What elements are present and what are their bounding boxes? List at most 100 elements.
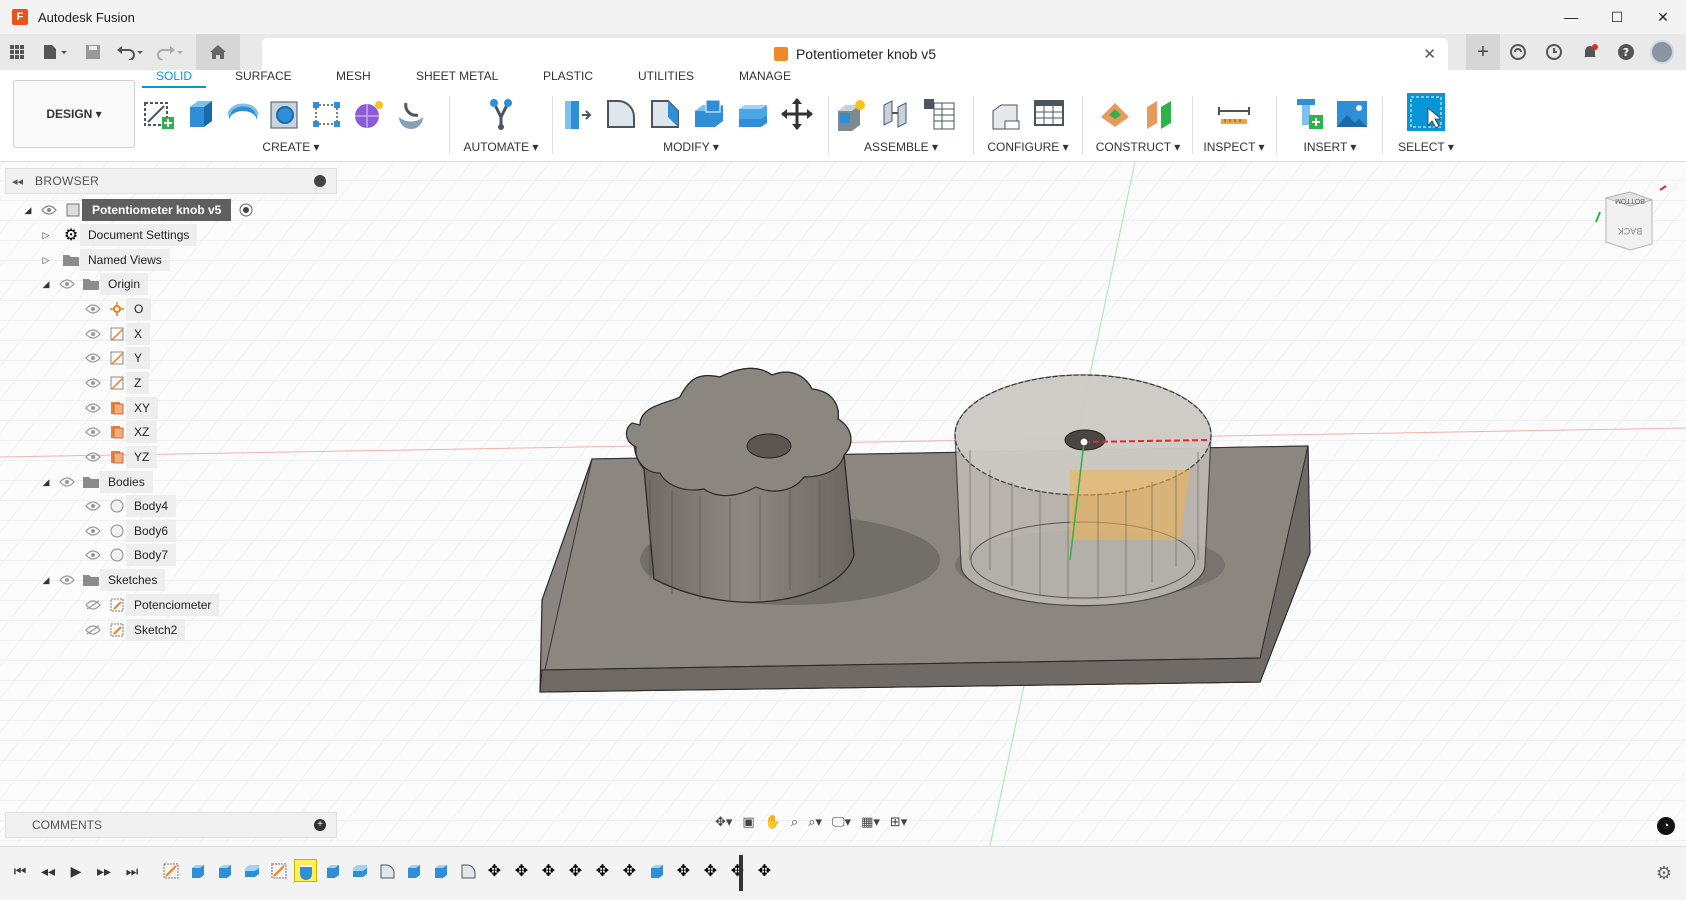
inspect-menu[interactable]: INSPECT ▾ <box>1196 140 1272 154</box>
workspace-switcher[interactable]: DESIGN ▾ <box>13 80 135 148</box>
display-settings-icon[interactable]: 🖵▾ <box>829 811 854 833</box>
timeline-move-icon[interactable]: ✥ <box>727 860 748 881</box>
fit-zoom-icon[interactable]: ⌕▾ <box>805 811 825 833</box>
fluted-knob-body[interactable] <box>954 374 1212 607</box>
timeline-move-icon[interactable]: ✥ <box>700 860 721 881</box>
plane-at-angle-icon[interactable] <box>1143 97 1177 131</box>
tree-sketch[interactable]: Sketch2 <box>78 618 186 642</box>
timeline-sketch-icon[interactable] <box>160 860 181 881</box>
tree-origin-axis-x[interactable]: X <box>78 322 151 346</box>
tab-utilities[interactable]: UTILITIES <box>638 69 694 83</box>
tree-body[interactable]: Body4 <box>78 494 177 518</box>
extensions-icon[interactable] <box>1500 34 1536 70</box>
gear-knob-body[interactable] <box>625 367 855 603</box>
close-window-button[interactable]: ✕ <box>1640 0 1686 34</box>
collapse-triangle-icon[interactable]: ◢ <box>40 477 52 488</box>
tree-bodies[interactable]: ◢ Bodies <box>40 470 153 494</box>
collapse-browser-icon[interactable]: ◂◂ <box>12 175 23 188</box>
timeline-move-icon[interactable]: ✥ <box>484 860 505 881</box>
derive-icon[interactable] <box>394 97 428 131</box>
tree-named-views[interactable]: ▷ Named Views <box>40 248 170 272</box>
close-tab-button[interactable]: ✕ <box>1423 45 1436 63</box>
timeline-move-icon[interactable]: ✥ <box>565 860 586 881</box>
tree-sketch[interactable]: Potenciometer <box>78 593 220 617</box>
tab-sheet-metal[interactable]: SHEET METAL <box>416 69 498 83</box>
timeline-extrude-icon[interactable] <box>403 860 424 881</box>
timeline-extrude-icon[interactable] <box>646 860 667 881</box>
tree-origin-plane-yz[interactable]: YZ <box>78 445 158 469</box>
insert-canvas-icon[interactable] <box>1335 97 1369 131</box>
origin-point[interactable] <box>1079 437 1089 447</box>
create-sketch-icon[interactable] <box>142 97 176 131</box>
tree-origin[interactable]: ◢ Origin <box>40 272 149 296</box>
pan-hand-icon[interactable]: ✋ <box>762 811 784 833</box>
tree-body[interactable]: Body7 <box>78 543 177 567</box>
tree-body[interactable]: Body6 <box>78 519 177 543</box>
tab-solid[interactable]: SOLID <box>141 69 207 88</box>
add-comment-icon[interactable]: + <box>314 819 326 831</box>
press-pull-icon[interactable] <box>560 97 594 131</box>
move-copy-icon[interactable] <box>780 97 814 131</box>
tree-origin-plane-xz[interactable]: XZ <box>78 420 158 444</box>
timeline-move-icon[interactable]: ✥ <box>673 860 694 881</box>
timeline-extrude-icon[interactable] <box>187 860 208 881</box>
look-at-icon[interactable]: ▣ <box>739 811 757 833</box>
timeline-fillet-icon[interactable] <box>376 860 397 881</box>
visibility-eye-icon[interactable] <box>84 325 102 343</box>
visibility-eye-icon[interactable] <box>58 473 76 491</box>
save-icon[interactable] <box>76 34 110 70</box>
insert-mcmaster-icon[interactable] <box>1291 97 1325 131</box>
timeline-move-icon[interactable]: ✥ <box>538 860 559 881</box>
configure-table-icon[interactable] <box>1033 97 1067 131</box>
user-avatar[interactable] <box>1650 40 1674 64</box>
new-tab-button[interactable]: + <box>1466 34 1500 70</box>
hidden-eye-icon[interactable] <box>84 596 102 614</box>
tab-plastic[interactable]: PLASTIC <box>543 69 593 83</box>
shell-icon[interactable] <box>692 97 726 131</box>
go-to-end-icon[interactable]: ⏭ <box>122 861 142 881</box>
select-menu[interactable]: SELECT ▾ <box>1388 140 1464 154</box>
collapse-triangle-icon[interactable]: ◢ <box>40 279 52 290</box>
minimize-button[interactable]: — <box>1548 0 1594 34</box>
play-icon[interactable]: ▶ <box>66 861 86 881</box>
visibility-eye-icon[interactable] <box>58 571 76 589</box>
visibility-eye-icon[interactable] <box>84 448 102 466</box>
expand-triangle-icon[interactable]: ▷ <box>40 255 52 266</box>
tree-origin-plane-xy[interactable]: XY <box>78 396 159 420</box>
hidden-eye-icon[interactable] <box>84 621 102 639</box>
timeline-extrude-icon[interactable] <box>322 860 343 881</box>
orbit-icon[interactable]: ✥▾ <box>712 811 735 833</box>
maximize-button[interactable]: ☐ <box>1594 0 1640 34</box>
timeline-selected-feature-icon[interactable] <box>294 859 317 882</box>
tree-document-settings[interactable]: ▷ ⚙ Document Settings <box>40 223 198 247</box>
tab-surface[interactable]: SURFACE <box>235 69 292 83</box>
model-canvas[interactable]: BOTTOM BACK <box>0 162 1686 846</box>
visibility-eye-icon[interactable] <box>84 522 102 540</box>
visibility-eye-icon[interactable] <box>84 349 102 367</box>
visibility-eye-icon[interactable] <box>58 275 76 293</box>
visibility-eye-icon[interactable] <box>40 201 58 219</box>
revolve-icon[interactable] <box>226 97 260 131</box>
help-icon[interactable]: ? <box>1608 34 1644 70</box>
notifications-bell-icon[interactable] <box>1572 34 1608 70</box>
timeline-move-icon[interactable]: ✥ <box>754 860 775 881</box>
root-label[interactable]: Potentiometer knob v5 <box>82 199 232 221</box>
create-menu[interactable]: CREATE ▾ <box>142 140 440 154</box>
form-icon[interactable] <box>352 97 386 131</box>
joint-icon[interactable] <box>878 97 912 131</box>
data-panel-grid-icon[interactable] <box>0 34 34 70</box>
timeline-combine-icon[interactable] <box>241 860 262 881</box>
timeline-move-icon[interactable]: ✥ <box>592 860 613 881</box>
tree-root[interactable]: ◢ Potentiometer knob v5 <box>22 198 255 222</box>
offset-plane-icon[interactable] <box>1099 97 1133 131</box>
collapse-triangle-icon[interactable]: ◢ <box>40 575 52 586</box>
timeline-extrude-icon[interactable] <box>214 860 235 881</box>
visibility-eye-icon[interactable] <box>84 423 102 441</box>
pattern-icon[interactable] <box>310 97 344 131</box>
expand-triangle-icon[interactable]: ▷ <box>40 230 52 241</box>
timeline-combine-icon[interactable] <box>349 860 370 881</box>
visibility-eye-icon[interactable] <box>84 497 102 515</box>
modify-menu[interactable]: MODIFY ▾ <box>560 140 822 154</box>
activate-radio-icon[interactable] <box>237 201 255 219</box>
extrude-icon[interactable] <box>184 97 218 131</box>
